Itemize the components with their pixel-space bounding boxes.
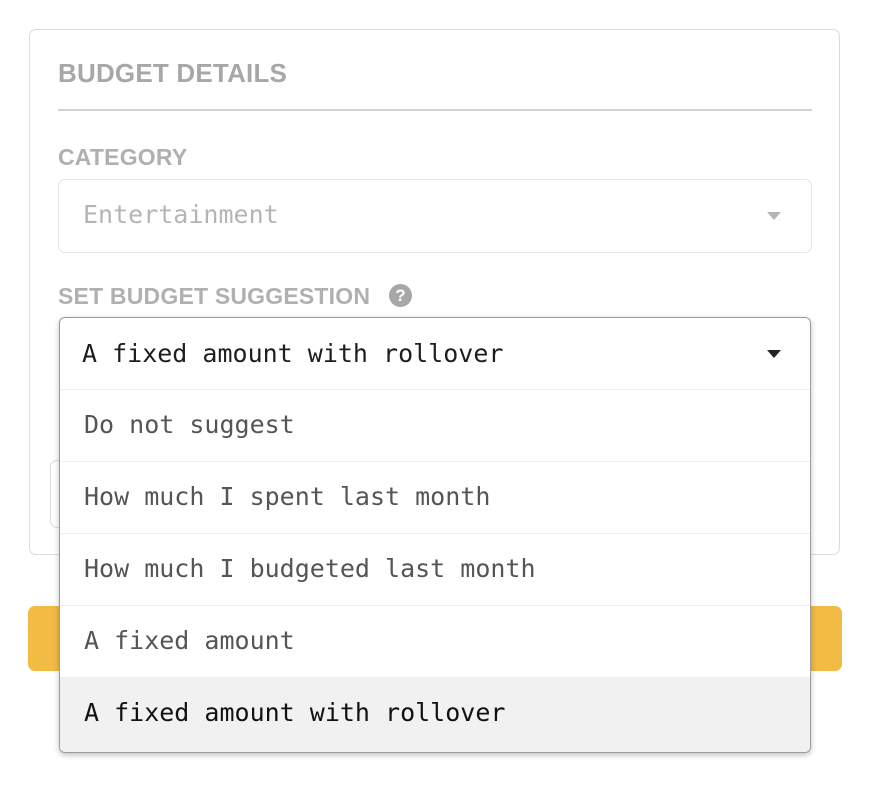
option-fixed-amount-rollover[interactable]: A fixed amount with rollover — [60, 678, 810, 752]
category-select-value: Entertainment — [83, 200, 279, 229]
chevron-down-icon[interactable] — [767, 350, 781, 358]
budget-suggestion-selected-value: A fixed amount with rollover — [82, 339, 504, 368]
option-budgeted-last-month[interactable]: How much I budgeted last month — [60, 534, 810, 606]
option-spent-last-month[interactable]: How much I spent last month — [60, 462, 810, 534]
chevron-down-icon — [767, 212, 781, 220]
help-icon[interactable]: ? — [389, 284, 412, 307]
panel-title: BUDGET DETAILS — [58, 58, 288, 88]
option-label: How much I spent last month — [84, 482, 491, 511]
option-fixed-amount[interactable]: A fixed amount — [60, 606, 810, 678]
budget-suggestion-select[interactable]: A fixed amount with rollover — [60, 318, 810, 390]
option-label: A fixed amount with rollover — [84, 698, 506, 727]
option-label: Do not suggest — [84, 410, 295, 439]
budget-suggestion-dropdown[interactable]: A fixed amount with rollover Do not sugg… — [59, 317, 811, 753]
option-label: A fixed amount — [84, 626, 295, 655]
title-divider — [58, 109, 812, 111]
option-do-not-suggest[interactable]: Do not suggest — [60, 390, 810, 462]
budget-suggestion-label: SET BUDGET SUGGESTION — [58, 283, 371, 309]
category-label: CATEGORY — [58, 144, 188, 170]
category-select[interactable]: Entertainment — [58, 179, 812, 253]
option-label: How much I budgeted last month — [84, 554, 536, 583]
